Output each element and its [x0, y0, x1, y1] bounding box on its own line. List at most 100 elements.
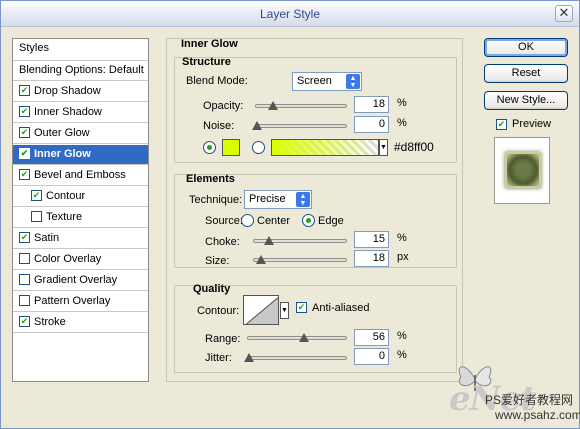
- opacity-slider-thumb-icon[interactable]: [268, 101, 278, 110]
- reset-button[interactable]: Reset: [484, 64, 568, 83]
- preview-label: Preview: [512, 118, 552, 130]
- technique-value: Precise: [249, 193, 286, 205]
- choke-slider[interactable]: [253, 236, 347, 245]
- source-edge-label: Edge: [318, 215, 344, 227]
- choke-label: Choke:: [205, 236, 240, 248]
- checkbox-icon[interactable]: [19, 274, 30, 285]
- gradient-radio[interactable]: [252, 141, 265, 154]
- styles-list-item[interactable]: Satin: [13, 229, 148, 249]
- contour-dropdown-arrow-icon[interactable]: ▼: [280, 302, 289, 319]
- size-slider-thumb-icon[interactable]: [256, 255, 266, 264]
- styles-list-item-label: Inner Glow: [34, 148, 91, 160]
- structure-title: Structure: [182, 56, 231, 68]
- preview-checkbox[interactable]: [496, 119, 507, 130]
- styles-list-item[interactable]: Drop Shadow: [13, 82, 148, 102]
- opacity-label: Opacity:: [203, 100, 244, 112]
- blend-mode-value: Screen: [297, 75, 332, 87]
- range-slider[interactable]: [247, 333, 347, 342]
- window-title: Layer Style: [259, 7, 321, 21]
- glow-gradient-picker[interactable]: [271, 139, 379, 156]
- noise-slider[interactable]: [252, 121, 347, 130]
- styles-list-item[interactable]: Stroke: [13, 313, 148, 333]
- source-edge-radio[interactable]: [302, 214, 315, 227]
- jitter-slider[interactable]: [244, 353, 347, 362]
- checkbox-icon[interactable]: [19, 316, 30, 327]
- styles-list-item[interactable]: Texture: [13, 208, 148, 228]
- title-bar[interactable]: Layer Style ✕: [1, 1, 579, 27]
- checkbox-icon[interactable]: [19, 127, 30, 138]
- jitter-unit: %: [397, 349, 407, 361]
- opacity-unit: %: [397, 97, 407, 109]
- contour-label: Contour:: [197, 305, 240, 317]
- styles-list: Styles Blending Options: Default Drop Shad…: [12, 38, 149, 382]
- styles-list-item-label: Blending Options: Default: [19, 64, 144, 76]
- checkbox-icon[interactable]: [19, 148, 30, 159]
- styles-list-item[interactable]: Inner Glow: [13, 145, 148, 165]
- style-preview-thumbnail: [494, 137, 550, 204]
- solid-color-radio[interactable]: [203, 141, 216, 154]
- styles-list-item-label: Pattern Overlay: [34, 295, 111, 307]
- checkbox-icon[interactable]: [31, 211, 42, 222]
- checkbox-icon[interactable]: [19, 85, 30, 96]
- styles-list-item-label: Styles: [19, 42, 49, 54]
- quality-title: Quality: [193, 283, 231, 295]
- styles-list-item[interactable]: Pattern Overlay: [13, 292, 148, 312]
- styles-list-item-label: Bevel and Emboss: [34, 169, 126, 181]
- ok-button[interactable]: OK: [484, 38, 568, 57]
- size-input[interactable]: 18: [354, 250, 389, 267]
- choke-unit: %: [397, 232, 407, 244]
- styles-list-item[interactable]: Contour: [13, 187, 148, 207]
- checkbox-icon[interactable]: [31, 190, 42, 201]
- anti-aliased-checkbox[interactable]: [296, 302, 307, 313]
- dropdown-arrow-icon: ▲ ▼: [346, 74, 360, 89]
- styles-list-item-label: Satin: [34, 232, 60, 244]
- layer-style-dialog: Layer Style ✕ Styles Blending Options: De…: [0, 0, 580, 429]
- styles-list-item-label: Contour: [46, 190, 86, 202]
- new-style-button[interactable]: New Style...: [484, 91, 568, 110]
- styles-list-item[interactable]: Bevel and Emboss: [13, 166, 148, 186]
- range-input[interactable]: 56: [354, 329, 389, 346]
- choke-slider-thumb-icon[interactable]: [264, 236, 274, 245]
- styles-list-item[interactable]: Blending Options: Default: [13, 61, 148, 81]
- source-label: Source:: [205, 215, 243, 227]
- checkbox-icon[interactable]: [19, 106, 30, 117]
- blend-mode-label: Blend Mode:: [186, 75, 248, 87]
- styles-list-item[interactable]: Inner Shadow: [13, 103, 148, 123]
- styles-list-item[interactable]: Color Overlay: [13, 250, 148, 270]
- source-center-radio[interactable]: [241, 214, 254, 227]
- gradient-hex-label: #d8ff00: [394, 140, 434, 154]
- noise-label: Noise:: [203, 120, 235, 132]
- noise-input[interactable]: 0: [354, 116, 389, 133]
- checkbox-icon[interactable]: [19, 253, 30, 264]
- contour-preview[interactable]: [243, 295, 279, 325]
- styles-list-item[interactable]: Gradient Overlay: [13, 271, 148, 291]
- noise-unit: %: [397, 117, 407, 129]
- gradient-dropdown-arrow-icon[interactable]: ▼: [379, 139, 388, 156]
- jitter-slider-thumb-icon[interactable]: [244, 353, 254, 362]
- noise-slider-thumb-icon[interactable]: [252, 121, 262, 130]
- inner-glow-title: Inner Glow: [181, 38, 238, 50]
- size-slider[interactable]: [253, 255, 347, 264]
- preview-swatch: [505, 152, 541, 188]
- opacity-slider[interactable]: [255, 101, 347, 110]
- technique-label: Technique:: [189, 194, 243, 206]
- jitter-input[interactable]: 0: [354, 348, 389, 365]
- technique-select[interactable]: Precise ▲ ▼: [244, 190, 312, 209]
- range-slider-thumb-icon[interactable]: [299, 333, 309, 342]
- choke-input[interactable]: 15: [354, 231, 389, 248]
- opacity-input[interactable]: 18: [354, 96, 389, 113]
- checkbox-icon[interactable]: [19, 232, 30, 243]
- checkbox-icon[interactable]: [19, 295, 30, 306]
- styles-list-item-label: Stroke: [34, 316, 66, 328]
- styles-list-item[interactable]: Outer Glow: [13, 124, 148, 144]
- close-icon[interactable]: ✕: [555, 5, 573, 22]
- checkbox-icon[interactable]: [19, 169, 30, 180]
- glow-color-swatch[interactable]: [222, 139, 240, 156]
- styles-list-item-label: Texture: [46, 211, 83, 223]
- styles-list-item-label: Outer Glow: [34, 127, 90, 139]
- watermark: eNet PS爱好者教程网 www.psahz.com: [389, 361, 580, 427]
- source-center-label: Center: [257, 215, 291, 227]
- styles-list-item[interactable]: Styles: [13, 39, 148, 61]
- blend-mode-select[interactable]: Screen ▲ ▼: [292, 72, 362, 91]
- elements-group: Elements Technique: Precise ▲ ▼ Source: C…: [174, 173, 457, 268]
